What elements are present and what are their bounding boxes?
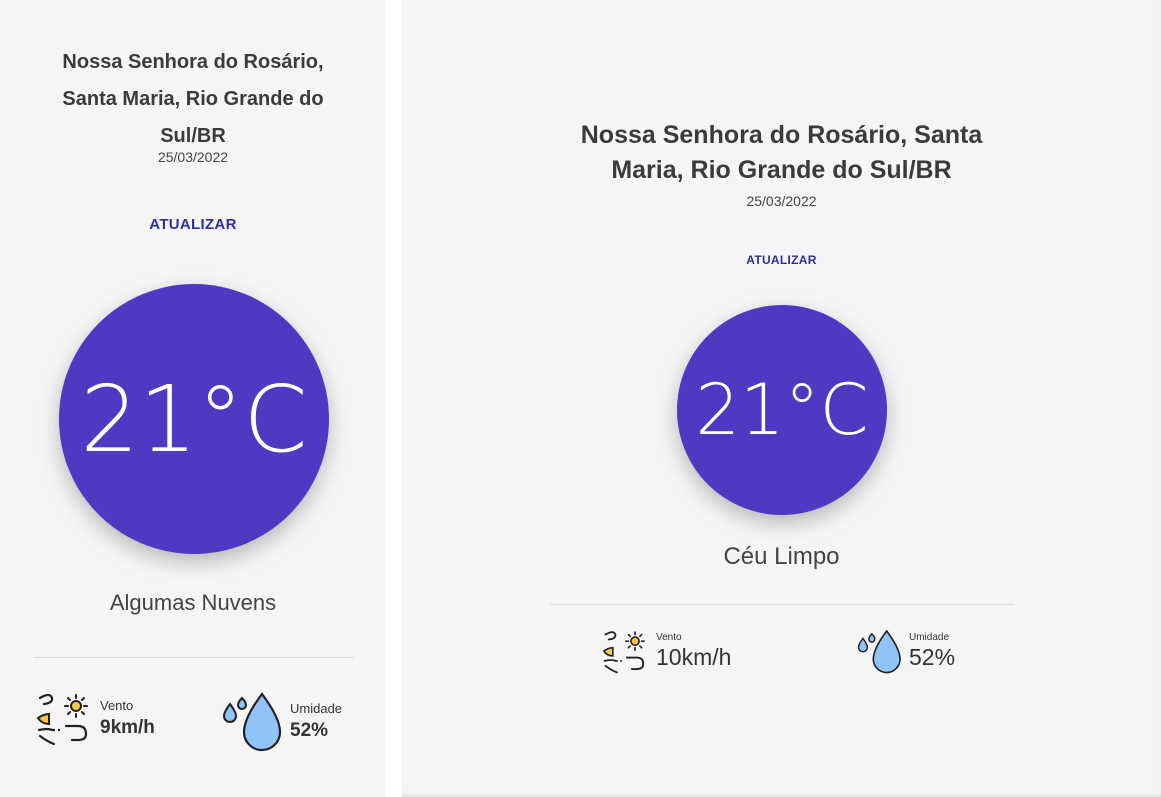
humidity-label: Umidade bbox=[290, 700, 343, 716]
wind-value: 10km/h bbox=[656, 643, 732, 670]
water-drops-icon bbox=[222, 690, 284, 752]
weather-condition: Algumas Nuvens bbox=[109, 590, 277, 615]
humidity-value: 52% bbox=[909, 643, 956, 670]
temperature-circle: 21°C bbox=[677, 305, 887, 515]
divider bbox=[34, 657, 354, 658]
location-line: Nossa Senhora do Rosário, Santa bbox=[580, 121, 983, 149]
humidity-stat: Umidade 52% bbox=[222, 690, 342, 752]
location-line: Sul/BR bbox=[160, 125, 226, 147]
location-line: Maria, Rio Grande do Sul/BR bbox=[611, 156, 952, 184]
wind-stat: Vento 10km/h bbox=[602, 628, 731, 674]
humidity-stat: Umidade 52% bbox=[857, 628, 955, 674]
date-label: 25/03/2022 bbox=[157, 149, 229, 165]
water-drops-icon bbox=[857, 628, 903, 674]
wind-stat: Vento 9km/h bbox=[36, 690, 155, 746]
location-title: Nossa Senhora do Rosário, Santa Maria, R… bbox=[0, 44, 386, 155]
wind-sun-icon bbox=[602, 628, 650, 674]
weather-panel-wide: Nossa Senhora do Rosário, Santa Maria, R… bbox=[402, 0, 1161, 797]
location-title: Nossa Senhora do Rosário, Santa Maria, R… bbox=[402, 118, 1161, 188]
wind-sun-icon bbox=[36, 690, 94, 746]
divider bbox=[550, 604, 1014, 605]
temperature-circle: 21°C bbox=[59, 284, 329, 554]
wind-label: Vento bbox=[656, 631, 682, 643]
location-line: Nossa Senhora do Rosário, bbox=[62, 51, 324, 73]
temperature-value: 21°C bbox=[695, 369, 869, 451]
wind-label: Vento bbox=[100, 697, 134, 713]
wind-value: 9km/h bbox=[100, 716, 155, 738]
location-line: Santa Maria, Rio Grande do bbox=[62, 88, 324, 110]
refresh-button[interactable]: ATUALIZAR bbox=[0, 216, 386, 233]
humidity-value: 52% bbox=[290, 719, 329, 741]
temperature-value: 21°C bbox=[80, 365, 308, 473]
date-label: 25/03/2022 bbox=[746, 193, 817, 209]
weather-panel-narrow: Nossa Senhora do Rosário, Santa Maria, R… bbox=[0, 0, 386, 797]
refresh-button[interactable]: ATUALIZAR bbox=[402, 253, 1161, 267]
humidity-label: Umidade bbox=[909, 631, 950, 643]
weather-condition: Céu Limpo bbox=[723, 543, 840, 570]
